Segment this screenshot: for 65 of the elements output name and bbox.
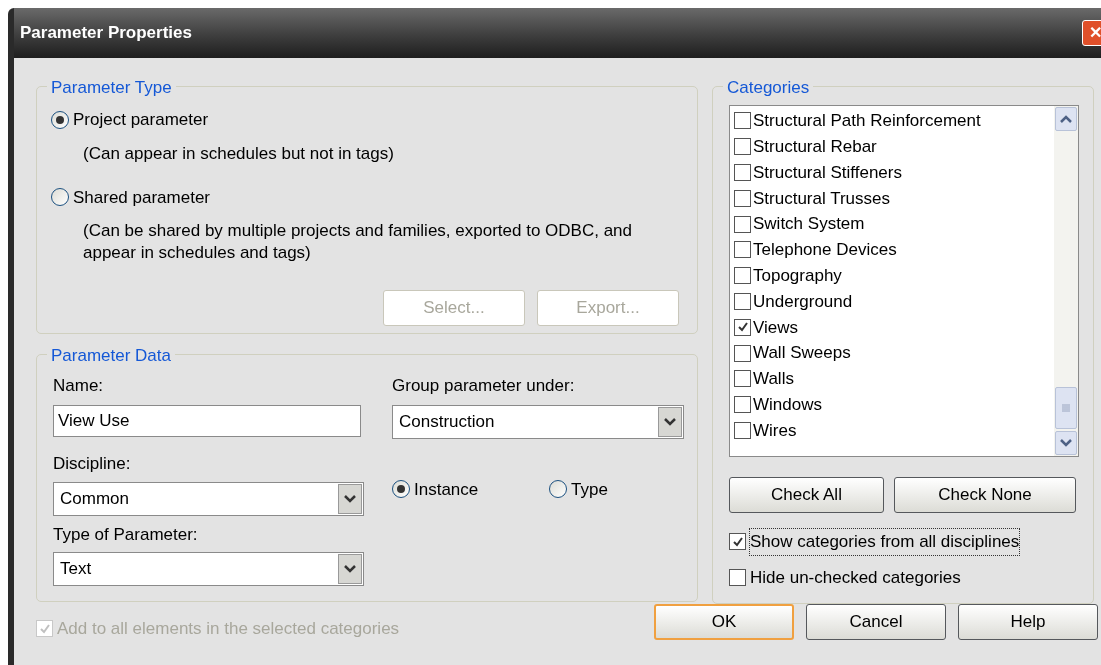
chevron-down-icon[interactable] bbox=[338, 553, 362, 584]
checkbox[interactable] bbox=[734, 241, 751, 259]
category-label[interactable]: Switch System bbox=[753, 211, 865, 237]
checkbox[interactable] bbox=[734, 138, 751, 156]
checkbox[interactable] bbox=[734, 370, 751, 388]
category-label[interactable]: Structural Path Reinforcement bbox=[753, 108, 981, 134]
field-label: Discipline: bbox=[53, 452, 132, 475]
radio-label[interactable]: Shared parameter bbox=[73, 184, 211, 210]
category-label[interactable]: Views bbox=[753, 314, 799, 340]
radio-label[interactable]: Type bbox=[571, 476, 608, 502]
chevron-down-icon[interactable] bbox=[658, 406, 682, 437]
checkbox-label[interactable]: Show categories from all disciplines bbox=[750, 529, 1020, 555]
category-label[interactable]: Walls bbox=[753, 366, 794, 392]
category-label[interactable]: Windows bbox=[753, 391, 822, 418]
combo-value: Text bbox=[59, 557, 93, 580]
checkbox[interactable] bbox=[734, 421, 751, 439]
option-description: (Can be shared by multiple projects and families, exported to ODBC, and appear in schedules and tags) bbox=[83, 220, 633, 264]
checkbox[interactable] bbox=[734, 267, 751, 285]
radio-label[interactable]: Project parameter bbox=[73, 107, 209, 133]
category-label[interactable]: Underground bbox=[753, 288, 853, 315]
category-label[interactable]: Structural Rebar bbox=[753, 133, 877, 160]
category-label[interactable]: Wires bbox=[753, 417, 797, 444]
combo-value: Construction bbox=[398, 410, 496, 433]
checkbox[interactable] bbox=[734, 344, 751, 362]
radio-button[interactable] bbox=[51, 188, 69, 207]
discipline-dropdown[interactable]: Common bbox=[53, 482, 364, 516]
category-label[interactable]: Topography bbox=[753, 262, 842, 289]
chevron-down-icon[interactable] bbox=[338, 484, 362, 514]
category-label[interactable]: Structural Trusses bbox=[753, 185, 890, 212]
combo-value: Common bbox=[59, 488, 130, 511]
dialog-button[interactable]: OK bbox=[654, 603, 794, 640]
checkbox[interactable] bbox=[734, 189, 751, 207]
checkbox[interactable] bbox=[734, 396, 751, 414]
checkbox[interactable] bbox=[734, 112, 751, 130]
dialog-button[interactable]: Help bbox=[958, 603, 1098, 640]
checkbox[interactable] bbox=[734, 318, 751, 336]
checkbox[interactable] bbox=[729, 568, 746, 586]
field-label: Type of Parameter: bbox=[53, 524, 199, 546]
check-all-button[interactable]: Check All bbox=[729, 477, 884, 513]
radio-button[interactable] bbox=[51, 110, 69, 129]
group-dropdown[interactable]: Construction bbox=[392, 404, 684, 439]
category-label[interactable]: Structural Stiffeners bbox=[753, 159, 902, 186]
category-label[interactable]: Telephone Devices bbox=[753, 237, 897, 263]
check-none-button[interactable]: Check None bbox=[894, 477, 1076, 513]
checkbox[interactable] bbox=[734, 215, 751, 233]
dialog-button[interactable]: Cancel bbox=[806, 603, 946, 640]
scroll-thumb[interactable] bbox=[1055, 387, 1077, 429]
close-button[interactable]: ✕ bbox=[1082, 20, 1101, 46]
category-label[interactable]: Wall Sweeps bbox=[753, 340, 851, 366]
radio-button[interactable] bbox=[549, 480, 567, 499]
scrollbar[interactable] bbox=[1054, 106, 1078, 456]
field-label: Name: bbox=[53, 375, 105, 397]
parameter-type-dropdown[interactable]: Text bbox=[53, 551, 364, 586]
checkbox[interactable] bbox=[729, 533, 746, 551]
name-field[interactable]: View Use bbox=[53, 404, 361, 437]
option-description: (Can appear in schedules but not in tags) bbox=[83, 142, 395, 165]
checkbox[interactable] bbox=[734, 292, 751, 310]
window-title: Parameter Properties bbox=[20, 22, 192, 45]
radio-label[interactable]: Instance bbox=[414, 476, 479, 502]
checkbox-label[interactable]: Hide un-checked categories bbox=[750, 564, 961, 590]
checkbox[interactable] bbox=[734, 164, 751, 181]
scroll-up-icon[interactable] bbox=[1055, 107, 1077, 131]
field-label: Group parameter under: bbox=[392, 375, 576, 397]
radio-button[interactable] bbox=[392, 480, 410, 499]
scroll-down-icon[interactable] bbox=[1055, 431, 1077, 455]
